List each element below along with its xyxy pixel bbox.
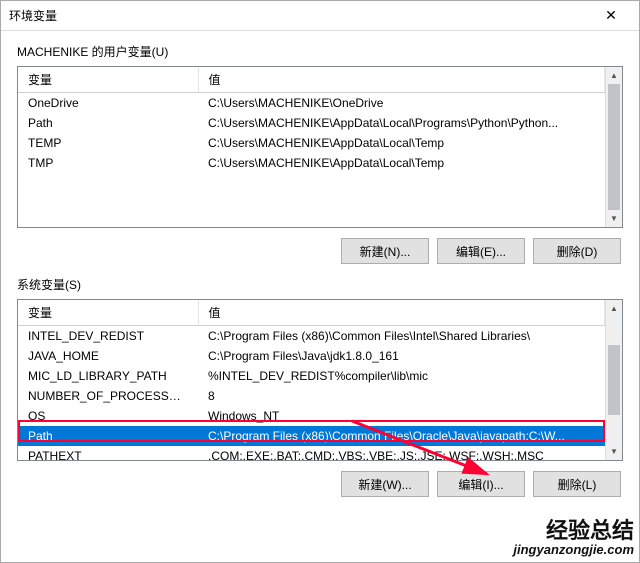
table-row[interactable]: JAVA_HOMEC:\Program Files\Java\jdk1.8.0_… bbox=[18, 346, 605, 366]
var-name: OneDrive bbox=[18, 93, 198, 114]
env-vars-dialog: 环境变量 ✕ MACHENIKE 的用户变量(U) 变量 值 OneDri bbox=[0, 0, 640, 563]
scroll-down-icon[interactable]: ▼ bbox=[606, 443, 622, 460]
user-vars-table: 变量 值 OneDriveC:\Users\MACHENIKE\OneDrive… bbox=[18, 67, 605, 173]
scroll-down-icon[interactable]: ▼ bbox=[606, 210, 622, 227]
user-vars-table-inner[interactable]: 变量 值 OneDriveC:\Users\MACHENIKE\OneDrive… bbox=[18, 67, 605, 227]
var-value: C:\Users\MACHENIKE\AppData\Local\Temp bbox=[198, 153, 605, 173]
user-col-value[interactable]: 值 bbox=[198, 67, 605, 93]
scroll-up-icon[interactable]: ▲ bbox=[606, 300, 622, 317]
sys-vars-label: 系统变量(S) bbox=[17, 276, 623, 293]
sys-scrollbar[interactable]: ▲ ▼ bbox=[605, 300, 622, 460]
sys-vars-table-inner[interactable]: 变量 值 INTEL_DEV_REDISTC:\Program Files (x… bbox=[18, 300, 605, 460]
sys-btn-row: 新建(W)... 编辑(I)... 删除(L) bbox=[17, 461, 623, 499]
table-row[interactable]: OneDriveC:\Users\MACHENIKE\OneDrive bbox=[18, 93, 605, 114]
var-value: C:\Program Files (x86)\Common Files\Inte… bbox=[198, 326, 605, 347]
var-value: .COM;.EXE;.BAT;.CMD;.VBS;.VBE;.JS;.JSE;.… bbox=[198, 446, 605, 460]
var-value: C:\Program Files\Java\jdk1.8.0_161 bbox=[198, 346, 605, 366]
var-value: C:\Users\MACHENIKE\OneDrive bbox=[198, 93, 605, 114]
var-name: Path bbox=[18, 426, 198, 446]
sys-col-value[interactable]: 值 bbox=[198, 300, 605, 326]
var-value: %INTEL_DEV_REDIST%compiler\lib\mic bbox=[198, 366, 605, 386]
var-name: JAVA_HOME bbox=[18, 346, 198, 366]
dialog-content: MACHENIKE 的用户变量(U) 变量 值 OneDriveC:\Users… bbox=[1, 31, 639, 562]
user-scrollbar[interactable]: ▲ ▼ bbox=[605, 67, 622, 227]
var-name: INTEL_DEV_REDIST bbox=[18, 326, 198, 347]
close-icon[interactable]: ✕ bbox=[591, 2, 631, 30]
var-value: C:\Users\MACHENIKE\AppData\Local\Program… bbox=[198, 113, 605, 133]
user-vars-label: MACHENIKE 的用户变量(U) bbox=[17, 43, 623, 60]
user-delete-button[interactable]: 删除(D) bbox=[533, 238, 621, 264]
table-row[interactable]: PathC:\Program Files (x86)\Common Files\… bbox=[18, 426, 605, 446]
var-name: NUMBER_OF_PROCESSORS bbox=[18, 386, 198, 406]
user-btn-row: 新建(N)... 编辑(E)... 删除(D) bbox=[17, 228, 623, 266]
sys-vars-section: 系统变量(S) 变量 值 INTEL_DEV_REDISTC:\Program … bbox=[17, 276, 623, 499]
table-row[interactable]: TEMPC:\Users\MACHENIKE\AppData\Local\Tem… bbox=[18, 133, 605, 153]
sys-new-button[interactable]: 新建(W)... bbox=[341, 471, 429, 497]
scroll-up-icon[interactable]: ▲ bbox=[606, 67, 622, 84]
table-row[interactable]: MIC_LD_LIBRARY_PATH%INTEL_DEV_REDIST%com… bbox=[18, 366, 605, 386]
scroll-thumb[interactable] bbox=[608, 345, 620, 415]
var-value: Windows_NT bbox=[198, 406, 605, 426]
dialog-title: 环境变量 bbox=[9, 7, 591, 24]
table-row[interactable]: PathC:\Users\MACHENIKE\AppData\Local\Pro… bbox=[18, 113, 605, 133]
sys-col-name[interactable]: 变量 bbox=[18, 300, 198, 326]
user-edit-button[interactable]: 编辑(E)... bbox=[437, 238, 525, 264]
table-row[interactable]: OSWindows_NT bbox=[18, 406, 605, 426]
sys-delete-button[interactable]: 删除(L) bbox=[533, 471, 621, 497]
var-name: TEMP bbox=[18, 133, 198, 153]
user-vars-table-wrap: 变量 值 OneDriveC:\Users\MACHENIKE\OneDrive… bbox=[17, 66, 623, 228]
user-col-name[interactable]: 变量 bbox=[18, 67, 198, 93]
var-name: MIC_LD_LIBRARY_PATH bbox=[18, 366, 198, 386]
var-name: TMP bbox=[18, 153, 198, 173]
var-name: Path bbox=[18, 113, 198, 133]
var-value: C:\Users\MACHENIKE\AppData\Local\Temp bbox=[198, 133, 605, 153]
sys-vars-table-wrap: 变量 值 INTEL_DEV_REDISTC:\Program Files (x… bbox=[17, 299, 623, 461]
table-row[interactable]: TMPC:\Users\MACHENIKE\AppData\Local\Temp bbox=[18, 153, 605, 173]
table-row[interactable]: INTEL_DEV_REDISTC:\Program Files (x86)\C… bbox=[18, 326, 605, 347]
user-vars-section: MACHENIKE 的用户变量(U) 变量 值 OneDriveC:\Users… bbox=[17, 43, 623, 266]
var-name: OS bbox=[18, 406, 198, 426]
var-name: PATHEXT bbox=[18, 446, 198, 460]
var-value: C:\Program Files (x86)\Common Files\Orac… bbox=[198, 426, 605, 446]
var-value: 8 bbox=[198, 386, 605, 406]
sys-edit-button[interactable]: 编辑(I)... bbox=[437, 471, 525, 497]
user-new-button[interactable]: 新建(N)... bbox=[341, 238, 429, 264]
sys-vars-table: 变量 值 INTEL_DEV_REDISTC:\Program Files (x… bbox=[18, 300, 605, 460]
scroll-thumb[interactable] bbox=[608, 84, 620, 210]
table-row[interactable]: NUMBER_OF_PROCESSORS8 bbox=[18, 386, 605, 406]
titlebar: 环境变量 ✕ bbox=[1, 1, 639, 31]
table-row[interactable]: PATHEXT.COM;.EXE;.BAT;.CMD;.VBS;.VBE;.JS… bbox=[18, 446, 605, 460]
